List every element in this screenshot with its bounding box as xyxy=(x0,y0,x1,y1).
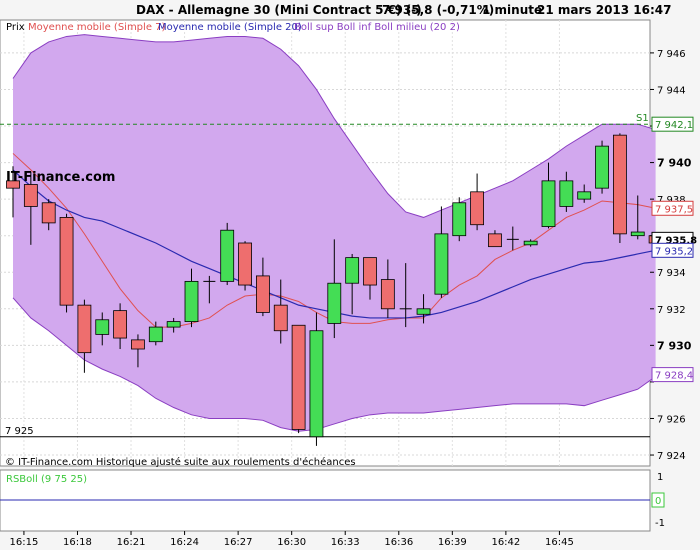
low-level-label: 7 925 xyxy=(5,426,34,437)
candle-body xyxy=(470,191,485,226)
candle-body xyxy=(166,321,181,328)
candle-body xyxy=(559,180,574,207)
price-tag-label: 7 937,5 xyxy=(655,204,693,215)
sub-y-tick: 1 xyxy=(657,472,663,483)
x-tick-label: 16:24 xyxy=(170,537,199,548)
candle-body xyxy=(291,324,306,430)
legend-prix: Prix xyxy=(6,22,25,33)
x-tick-label: 16:18 xyxy=(63,537,92,548)
x-tick-label: 16:21 xyxy=(117,537,146,548)
y-tick-label: 7 946 xyxy=(657,49,686,60)
price-tag-label: 7 942,1 xyxy=(655,120,693,131)
watermark-logo: IT-Finance.com xyxy=(6,170,115,185)
candle-body xyxy=(184,280,199,322)
y-tick-label: 7 926 xyxy=(657,414,686,425)
candle-body xyxy=(327,282,342,324)
historical-note: © IT-Finance.com Historique ajusté suite… xyxy=(5,456,356,468)
x-tick-label: 16:27 xyxy=(224,537,253,548)
x-tick-label: 16:42 xyxy=(491,537,520,548)
candle-body xyxy=(41,202,56,224)
candle-body xyxy=(613,134,627,235)
candle-body xyxy=(220,229,235,282)
y-tick-label: 7 944 xyxy=(657,85,686,96)
candle-body xyxy=(434,233,449,295)
y-tick-label: 7 934 xyxy=(657,268,686,279)
candle-body xyxy=(523,240,538,246)
x-tick-label: 16:39 xyxy=(438,537,467,548)
candle-body xyxy=(148,326,163,343)
candle-body xyxy=(345,257,360,284)
y-tick-label: 7 940 xyxy=(657,157,692,170)
x-tick-label: 16:36 xyxy=(384,537,413,548)
sub-y-tick: -1 xyxy=(655,518,665,529)
candle-body xyxy=(363,257,377,286)
legend-ma7: Moyenne mobile (Simple 7) xyxy=(28,22,166,33)
candle-body xyxy=(77,304,92,354)
candle-body xyxy=(95,319,110,335)
x-tick-label: 16:15 xyxy=(10,537,39,548)
legend-ma20: Moyenne mobile (Simple 20) xyxy=(158,22,302,33)
candle-body xyxy=(113,310,127,339)
candle-body xyxy=(488,233,502,248)
candle-body xyxy=(59,217,74,306)
candle-body xyxy=(309,330,324,438)
y-tick-label: 7 932 xyxy=(657,305,686,316)
candle-body xyxy=(630,231,645,237)
legend-bollinger: Boll sup Boll inf Boll milieu (20 2) xyxy=(294,22,460,33)
candle-body xyxy=(577,191,592,200)
x-tick-label: 16:33 xyxy=(331,537,360,548)
candle-body xyxy=(452,202,467,237)
price-tag-label: 7 935,2 xyxy=(655,246,693,257)
candle-body xyxy=(595,145,609,189)
price-tag-label: 7 928,4 xyxy=(655,371,693,382)
x-axis: 16:15 16:18 16:21 16:24 16:27 16:30 16:33 16:36… xyxy=(10,531,574,548)
y-tick-label: 7 930 xyxy=(657,339,692,352)
rsboll-value-tag: 0 xyxy=(655,496,661,507)
candle-body xyxy=(380,279,395,310)
candle-body xyxy=(273,304,288,332)
candle-body xyxy=(23,184,38,207)
rsboll-label: RSBoll (9 75 25) xyxy=(6,474,87,485)
candle-body xyxy=(255,275,270,313)
s1-level-label: S1 xyxy=(636,113,649,124)
y-tick-label: 7 924 xyxy=(657,451,686,462)
candle-body xyxy=(541,180,556,227)
chart-canvas: S17 925 7 9247 9267 9307 9327 9347 9387 … xyxy=(0,19,697,548)
candle-body xyxy=(238,242,252,286)
x-tick-label: 16:30 xyxy=(277,537,306,548)
x-tick-label: 16:45 xyxy=(545,537,574,548)
candle-body xyxy=(131,339,145,350)
candle-body xyxy=(416,308,431,315)
